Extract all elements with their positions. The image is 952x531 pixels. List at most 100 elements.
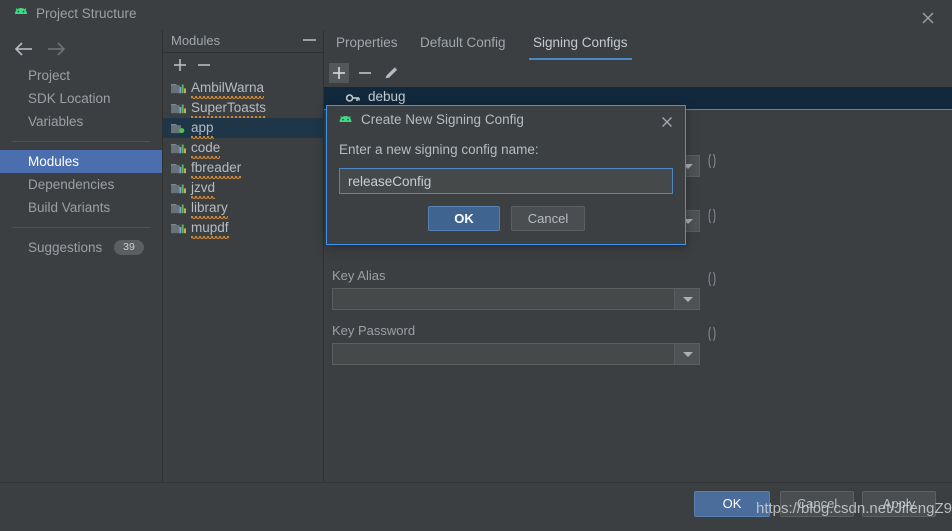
dialog-title: Create New Signing Config: [361, 112, 524, 127]
nav-divider: [12, 227, 150, 228]
window-titlebar: Project Structure: [0, 0, 952, 30]
window-title: Project Structure: [36, 6, 137, 21]
module-app-icon: [171, 121, 186, 135]
sidebar-item-variables[interactable]: Variables: [0, 110, 162, 133]
pencil-icon[interactable]: [381, 63, 401, 83]
chevron-down-icon[interactable]: [674, 344, 699, 364]
module-label: code: [191, 138, 221, 159]
module-label: jzvd: [191, 178, 216, 199]
tab-properties[interactable]: Properties: [332, 35, 402, 60]
tab-label: Properties: [336, 35, 398, 50]
list-item[interactable]: jzvd: [163, 178, 323, 199]
field-label: Key Password: [332, 323, 416, 338]
ok-button-label: OK: [722, 496, 742, 511]
variable-icon[interactable]: [707, 326, 717, 342]
cancel-button-label: Cancel: [796, 496, 838, 511]
tab-label: Default Config: [420, 35, 506, 50]
android-icon: [337, 115, 354, 129]
list-item[interactable]: mupdf: [163, 218, 323, 239]
list-item[interactable]: fbreader: [163, 158, 323, 179]
ok-button[interactable]: OK: [694, 491, 770, 517]
key-password-combo[interactable]: [332, 343, 700, 365]
key-password-field: Key Password: [332, 323, 727, 365]
list-item[interactable]: code: [163, 138, 323, 159]
apply-button[interactable]: Apply: [862, 491, 936, 517]
cancel-button[interactable]: Cancel: [780, 491, 854, 517]
key-alias-field: Key Alias: [332, 268, 727, 310]
project-structure-window: Project Structure Project SDK Location V…: [0, 0, 952, 531]
apply-button-label: Apply: [882, 496, 916, 511]
minimize-icon[interactable]: [303, 39, 316, 41]
tab-signing-configs[interactable]: Signing Configs: [529, 35, 632, 60]
module-label: app: [191, 118, 214, 139]
modules-panel-title: Modules: [171, 33, 221, 48]
close-icon[interactable]: [659, 114, 675, 130]
dialog-prompt: Enter a new signing config name:: [339, 142, 539, 157]
sidebar-item-label: Modules: [28, 154, 80, 169]
arrow-left-icon[interactable]: [12, 38, 38, 60]
module-label: AmbilWarna: [191, 78, 265, 99]
module-label: fbreader: [191, 158, 242, 179]
left-navigation-panel: Project SDK Location Variables Modules D…: [0, 30, 163, 482]
module-label: library: [191, 198, 228, 219]
field-label: Key Alias: [332, 268, 386, 283]
sidebar-item-label: Dependencies: [28, 177, 115, 192]
sidebar-item-sdk-location[interactable]: SDK Location: [0, 87, 162, 110]
chevron-down-icon[interactable]: [674, 289, 699, 309]
nav-arrows: [8, 34, 128, 64]
module-label: SuperToasts: [191, 98, 267, 119]
tab-bar: Properties Default Config Signing Config…: [324, 30, 952, 60]
variable-icon[interactable]: [707, 208, 717, 224]
module-library-icon: [171, 141, 186, 155]
module-library-icon: [171, 201, 186, 215]
sidebar-item-suggestions[interactable]: Suggestions 39: [0, 236, 162, 259]
plus-icon[interactable]: [329, 63, 349, 83]
module-label: mupdf: [191, 218, 229, 239]
list-item[interactable]: library: [163, 198, 323, 219]
sidebar-item-label: Suggestions: [28, 240, 103, 255]
arrow-right-icon[interactable]: [44, 38, 70, 60]
sidebar-item-label: Build Variants: [28, 200, 111, 215]
sidebar-item-modules[interactable]: Modules: [0, 150, 162, 173]
module-library-icon: [171, 101, 186, 115]
content-panel: Properties Default Config Signing Config…: [324, 30, 952, 482]
key-icon: [345, 92, 360, 104]
plus-icon[interactable]: [171, 56, 189, 74]
variable-icon[interactable]: [707, 153, 717, 169]
sidebar-item-project[interactable]: Project: [0, 64, 162, 87]
dialog-cancel-button[interactable]: Cancel: [511, 206, 585, 231]
module-library-icon: [171, 181, 186, 195]
modules-toolbar: [163, 53, 323, 77]
suggestions-count-badge: 39: [114, 240, 144, 255]
modules-list: AmbilWarna SuperToasts app code fbreader…: [163, 78, 323, 239]
variable-icon[interactable]: [707, 271, 717, 287]
modules-panel: Modules AmbilWarna SuperToasts app code …: [163, 30, 324, 482]
tab-default-config[interactable]: Default Config: [416, 35, 510, 60]
signing-configs-toolbar: [324, 60, 952, 86]
list-item[interactable]: AmbilWarna: [163, 78, 323, 99]
tab-label: Signing Configs: [533, 35, 628, 50]
module-library-icon: [171, 161, 186, 175]
minus-icon[interactable]: [195, 56, 213, 74]
sidebar-item-label: Project: [28, 68, 71, 83]
minus-icon[interactable]: [355, 63, 375, 83]
signing-config-label: debug: [368, 89, 406, 104]
sidebar-item-dependencies[interactable]: Dependencies: [0, 173, 162, 196]
create-signing-config-dialog: Create New Signing Config Enter a new si…: [326, 105, 686, 245]
key-alias-combo[interactable]: [332, 288, 700, 310]
sidebar-item-label: SDK Location: [28, 91, 111, 106]
dialog-ok-button[interactable]: OK: [428, 206, 500, 231]
dialog-titlebar: Create New Signing Config: [327, 106, 685, 136]
sidebar-item-build-variants[interactable]: Build Variants: [0, 196, 162, 219]
footer-bar: OK Cancel Apply: [0, 482, 952, 531]
list-item[interactable]: SuperToasts: [163, 98, 323, 119]
modules-panel-header: Modules: [163, 30, 323, 53]
list-item[interactable]: app: [163, 118, 323, 139]
nav-list: Project SDK Location Variables Modules D…: [0, 64, 162, 259]
sidebar-item-label: Variables: [28, 114, 84, 129]
nav-divider: [12, 141, 150, 142]
android-icon: [12, 7, 30, 23]
signing-config-name-input[interactable]: [339, 168, 673, 194]
window-close-button[interactable]: [918, 8, 938, 28]
module-library-icon: [171, 221, 186, 235]
